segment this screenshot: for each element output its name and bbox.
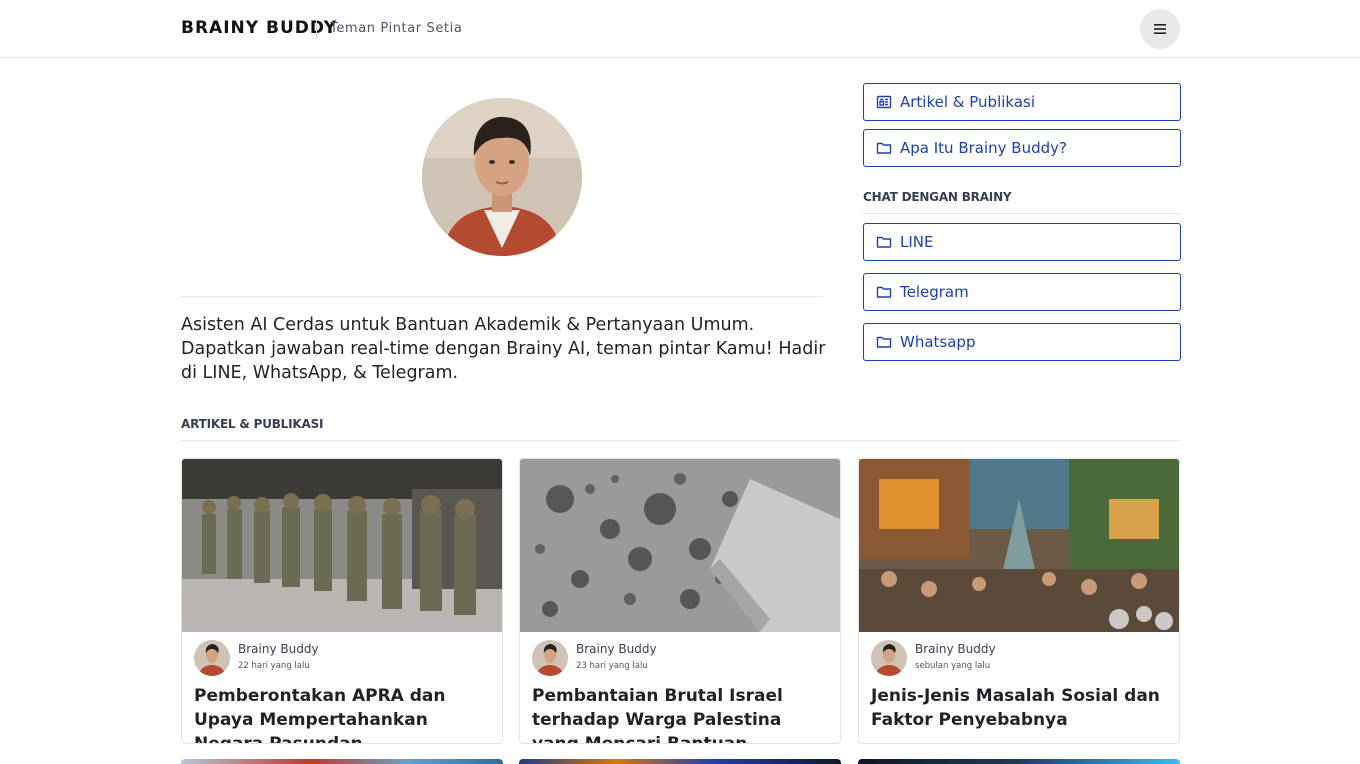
article-title[interactable]: Pemberontakan APRA dan Upaya Mempertahan… [194, 684, 494, 743]
article-time: 23 hari yang lalu [576, 661, 648, 671]
article-time: 22 hari yang lalu [238, 661, 310, 671]
chat-link-line[interactable]: LINE [863, 223, 1181, 261]
newspaper-icon [876, 95, 892, 109]
article-thumbnail [182, 459, 502, 632]
article-author: Brainy Buddy [915, 642, 996, 656]
article-title[interactable]: Pembantaian Brutal Israel terhadap Warga… [532, 684, 832, 743]
folder-icon [876, 286, 892, 298]
brand-divider [316, 20, 317, 38]
article-author: Brainy Buddy [238, 642, 319, 656]
chat-heading: CHAT DENGAN BRAINY [863, 190, 1012, 204]
sidebar-link-label: Apa Itu Brainy Buddy? [900, 139, 1067, 157]
sidebar-link-label: Artikel & Publikasi [900, 93, 1035, 111]
brand-logo[interactable]: BRAINY BUDDY [181, 18, 337, 38]
chat-heading-divider [863, 213, 1181, 214]
profile-divider [181, 296, 823, 297]
sidebar-link-articles[interactable]: Artikel & Publikasi [863, 83, 1181, 121]
menu-button[interactable] [1140, 9, 1180, 49]
folder-icon [876, 236, 892, 248]
sidebar-link-about[interactable]: Apa Itu Brainy Buddy? [863, 129, 1181, 167]
article-card[interactable]: Brainy Buddy 23 hari yang lalu Pembantai… [519, 458, 841, 744]
article-card-next[interactable] [181, 759, 503, 764]
articles-heading: ARTIKEL & PUBLIKASI [181, 417, 324, 431]
chat-link-label: LINE [900, 233, 934, 251]
article-thumbnail [520, 459, 840, 632]
article-card-next[interactable] [858, 759, 1180, 764]
articles-divider [181, 440, 1181, 441]
article-card[interactable]: Brainy Buddy 22 hari yang lalu Pemberont… [181, 458, 503, 744]
article-card-next[interactable] [519, 759, 841, 764]
profile-bio: Asisten AI Cerdas untuk Bantuan Akademik… [181, 315, 826, 383]
author-avatar [194, 640, 230, 676]
author-avatar [532, 640, 568, 676]
hamburger-icon [1154, 24, 1166, 34]
top-header: BRAINY BUDDY Teman Pintar Setia [0, 0, 1360, 58]
chat-link-label: Whatsapp [900, 333, 976, 351]
chat-link-label: Telegram [900, 283, 969, 301]
article-time: sebulan yang lalu [915, 661, 991, 671]
folder-icon [876, 336, 892, 348]
folder-icon [876, 142, 892, 154]
author-avatar [871, 640, 907, 676]
article-title[interactable]: Jenis-Jenis Masalah Sosial dan Faktor Pe… [871, 684, 1171, 732]
chat-link-telegram[interactable]: Telegram [863, 273, 1181, 311]
tagline: Teman Pintar Setia [330, 21, 463, 36]
chat-link-whatsapp[interactable]: Whatsapp [863, 323, 1181, 361]
article-author: Brainy Buddy [576, 642, 657, 656]
article-thumbnail [859, 459, 1179, 632]
article-card[interactable]: Brainy Buddy sebulan yang lalu Jenis-Jen… [858, 458, 1180, 744]
profile-avatar [422, 98, 582, 256]
